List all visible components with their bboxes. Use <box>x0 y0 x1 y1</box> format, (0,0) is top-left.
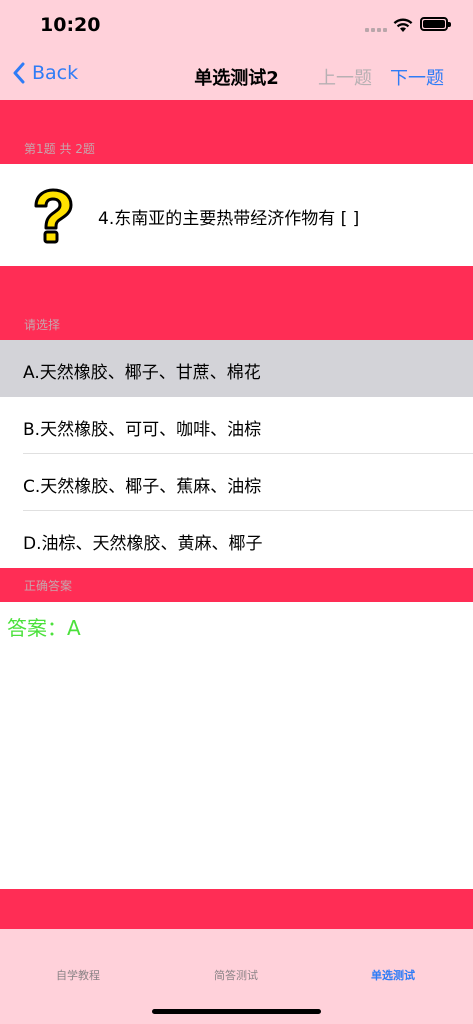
tab-single-choice-test[interactable]: 单选测试 <box>333 967 453 983</box>
options-header: 请选择 <box>24 318 61 332</box>
navigation-bar: Back 单选测试2 上一题 下一题 <box>0 50 473 100</box>
previous-question-button[interactable]: 上一题 <box>318 64 372 90</box>
option-a[interactable]: A.天然橡胶、椰子、甘蔗、棉花 <box>0 340 473 397</box>
option-c[interactable]: C.天然橡胶、椰子、蕉麻、油棕 <box>0 454 473 511</box>
status-time: 10:20 <box>40 14 101 36</box>
home-indicator <box>152 1009 321 1014</box>
option-label: A.天然橡胶、椰子、甘蔗、棉花 <box>23 363 261 383</box>
option-d[interactable]: D.油棕、天然橡胶、黄麻、椰子 <box>0 511 473 568</box>
question-mark-icon <box>34 188 73 244</box>
next-question-button[interactable]: 下一题 <box>390 64 444 90</box>
tab-tutorial[interactable]: 自学教程 <box>18 967 138 983</box>
question-progress: 第1题 共 2题 <box>24 142 95 156</box>
answer-header: 正确答案 <box>24 579 73 593</box>
cellular-signal-icon <box>365 28 387 32</box>
bottom-band <box>0 889 473 929</box>
answer-text: 答案：A <box>7 616 81 640</box>
question-header-band: 第1题 共 2题 <box>0 100 473 164</box>
answer-header-band: 正确答案 <box>0 568 473 602</box>
options-header-band: 请选择 <box>0 266 473 340</box>
wifi-icon <box>393 18 413 32</box>
battery-icon <box>420 17 451 31</box>
tab-short-answer-test[interactable]: 简答测试 <box>176 967 296 983</box>
option-b[interactable]: B.天然橡胶、可可、咖啡、油棕 <box>0 397 473 454</box>
option-label: B.天然橡胶、可可、咖啡、油棕 <box>23 420 262 440</box>
status-bar: 10:20 <box>0 0 473 50</box>
option-label: C.天然橡胶、椰子、蕉麻、油棕 <box>23 477 262 497</box>
option-label: D.油棕、天然橡胶、黄麻、椰子 <box>23 534 263 554</box>
question-card: 4.东南亚的主要热带经济作物有 [ ] <box>0 164 473 266</box>
question-text: 4.东南亚的主要热带经济作物有 [ ] <box>98 209 360 229</box>
